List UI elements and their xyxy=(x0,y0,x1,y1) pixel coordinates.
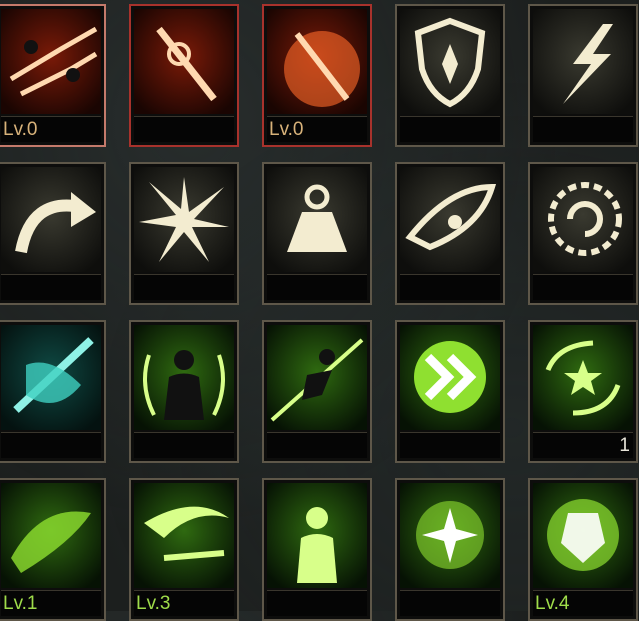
skill-level-label xyxy=(400,432,500,458)
weight-icon xyxy=(267,167,367,272)
skill-slot[interactable] xyxy=(0,162,106,305)
eye-icon xyxy=(400,167,500,272)
skill-level-label xyxy=(267,590,367,616)
skill-slot[interactable]: Lv.0 xyxy=(262,4,372,147)
skill-slot[interactable] xyxy=(528,4,638,147)
starburst-icon xyxy=(134,167,234,272)
skill-level-label xyxy=(400,590,500,616)
skill-level-label: Lv.3 xyxy=(134,590,234,616)
skill-level-label xyxy=(400,116,500,142)
skill-level-label xyxy=(1,432,101,458)
skill-slot[interactable] xyxy=(129,162,239,305)
skill-level-label xyxy=(1,274,101,300)
rune-swirl-icon xyxy=(1,483,101,588)
skill-slot[interactable] xyxy=(0,320,106,463)
skill-slot[interactable] xyxy=(395,478,505,621)
skill-slot[interactable]: Lv.4 xyxy=(528,478,638,621)
double-chevron-icon xyxy=(400,325,500,430)
skill-slot[interactable] xyxy=(395,320,505,463)
skill-level-label xyxy=(267,432,367,458)
curved-arrow-icon xyxy=(1,167,101,272)
skill-slot[interactable]: Lv.0 xyxy=(0,4,106,147)
skill-slot[interactable] xyxy=(528,162,638,305)
skill-level-label: Lv.0 xyxy=(1,116,101,142)
skill-slot[interactable] xyxy=(395,162,505,305)
skill-slot[interactable] xyxy=(262,162,372,305)
dash-figure-icon xyxy=(267,325,367,430)
skill-level-label xyxy=(134,274,234,300)
glow-figure-icon xyxy=(267,483,367,588)
armor-mask-icon xyxy=(533,483,633,588)
skill-slot[interactable] xyxy=(129,4,239,147)
spiral-gear-icon xyxy=(533,167,633,272)
skill-slot[interactable] xyxy=(262,478,372,621)
skill-slot[interactable]: Lv.1 xyxy=(0,478,106,621)
skill-level-label xyxy=(267,274,367,300)
rune-star-icon xyxy=(533,325,633,430)
skill-slot[interactable] xyxy=(262,320,372,463)
sun-sword-icon xyxy=(267,9,367,114)
skill-level-label xyxy=(134,432,234,458)
skill-level-label xyxy=(134,116,234,142)
skill-level-label: Lv.0 xyxy=(267,116,367,142)
lightning-icon xyxy=(533,9,633,114)
skill-slot[interactable] xyxy=(129,320,239,463)
skill-level-label xyxy=(400,274,500,300)
twin-strike-icon xyxy=(1,9,101,114)
skill-level-label: Lv.4 xyxy=(533,590,633,616)
skill-level-label xyxy=(533,274,633,300)
skill-level-label xyxy=(533,116,633,142)
aura-figure-icon xyxy=(134,325,234,430)
skill-level-label: Lv.1 xyxy=(1,590,101,616)
skill-slot[interactable]: 1 xyxy=(528,320,638,463)
burst-star-icon xyxy=(400,483,500,588)
flame-blade-icon xyxy=(134,9,234,114)
skill-slot[interactable]: Lv.3 xyxy=(129,478,239,621)
skill-slot[interactable] xyxy=(395,4,505,147)
shield-icon xyxy=(400,9,500,114)
crossed-feather-icon xyxy=(1,325,101,430)
swirl-blade-icon xyxy=(134,483,234,588)
skill-level-label: 1 xyxy=(533,432,633,458)
